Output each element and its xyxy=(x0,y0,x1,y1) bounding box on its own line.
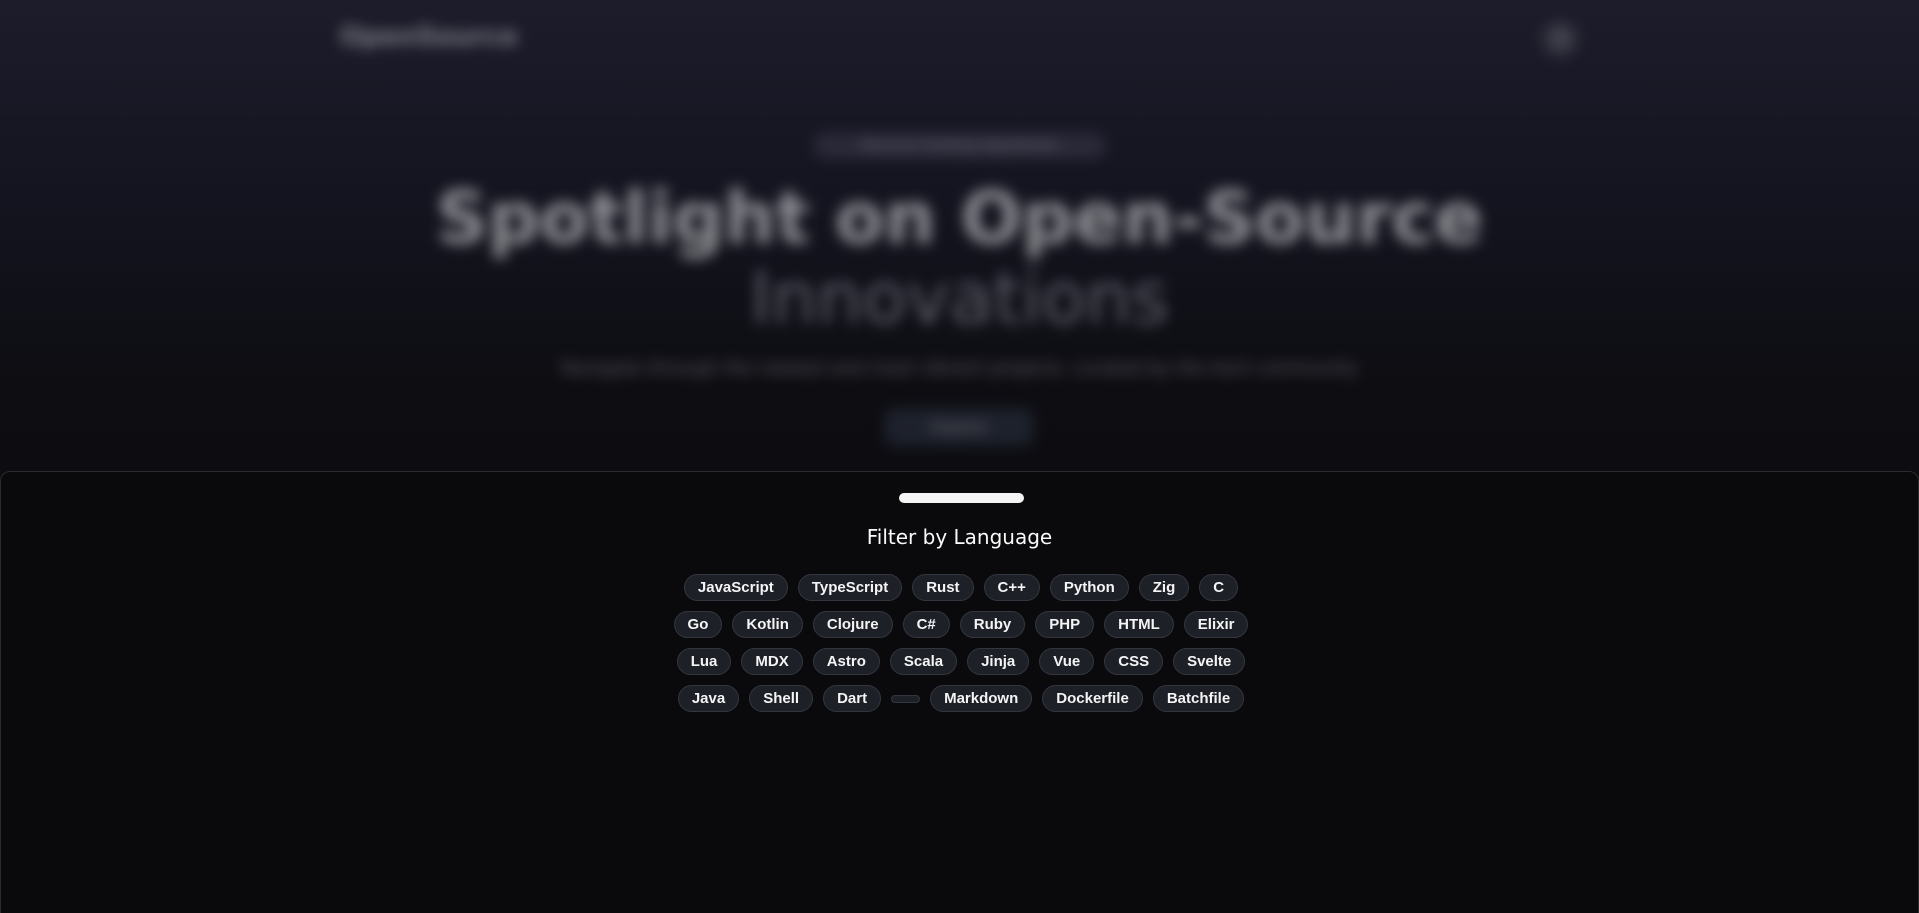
language-chip-csharp[interactable]: C# xyxy=(902,611,950,638)
language-chip-markdown[interactable]: Markdown xyxy=(930,685,1033,712)
language-chip-jinja[interactable]: Jinja xyxy=(967,648,1030,675)
language-chip-python[interactable]: Python xyxy=(1049,574,1129,601)
language-chip-zig[interactable]: Zig xyxy=(1138,574,1190,601)
language-chip-dockerfile[interactable]: Dockerfile xyxy=(1042,685,1143,712)
hero-title-line-1: Spotlight on Open-Source xyxy=(435,176,1484,260)
language-chip-css[interactable]: CSS xyxy=(1104,648,1164,675)
hero-cta-button: Explore xyxy=(884,408,1034,446)
search-icon xyxy=(1541,20,1579,58)
chip-row: Java Shell Dart Markdown Dockerfile Batc… xyxy=(677,685,1245,712)
language-chip-java[interactable]: Java xyxy=(677,685,740,712)
language-chip-clojure[interactable]: Clojure xyxy=(812,611,893,638)
language-chip-scala[interactable]: Scala xyxy=(889,648,958,675)
language-chip-rust[interactable]: Rust xyxy=(912,574,974,601)
language-chip-php[interactable]: PHP xyxy=(1035,611,1095,638)
chip-row: Go Kotlin Clojure C# Ruby PHP HTML Elixi… xyxy=(673,611,1249,638)
language-chip-list: JavaScript TypeScript Rust C++ Python Zi… xyxy=(641,574,1281,712)
language-chip-cpp[interactable]: C++ xyxy=(983,574,1040,601)
language-chip-javascript[interactable]: JavaScript xyxy=(683,574,788,601)
hero-subtitle: Navigate through the newest and most vib… xyxy=(561,358,1358,379)
language-chip-elixir[interactable]: Elixir xyxy=(1183,611,1249,638)
language-chip-batchfile[interactable]: Batchfile xyxy=(1152,685,1245,712)
language-chip-mdx[interactable]: MDX xyxy=(741,648,803,675)
hero-title-line-2: Innovations xyxy=(750,256,1169,340)
hero-badge: Discover trending repositories xyxy=(813,133,1106,159)
language-chip-shell[interactable]: Shell xyxy=(749,685,814,712)
drawer-handle[interactable] xyxy=(899,493,1024,503)
language-chip-kotlin[interactable]: Kotlin xyxy=(732,611,803,638)
page: OpenSource Discover trending repositorie… xyxy=(0,0,1919,913)
language-chip-dart[interactable]: Dart xyxy=(823,685,882,712)
language-chip-empty[interactable] xyxy=(891,694,921,703)
language-chip-lua[interactable]: Lua xyxy=(676,648,732,675)
language-chip-c[interactable]: C xyxy=(1199,574,1239,601)
language-chip-typescript[interactable]: TypeScript xyxy=(797,574,903,601)
language-filter-drawer: Filter by Language JavaScript TypeScript… xyxy=(0,471,1919,913)
language-chip-html[interactable]: HTML xyxy=(1104,611,1174,638)
language-chip-vue[interactable]: Vue xyxy=(1039,648,1095,675)
language-chip-astro[interactable]: Astro xyxy=(812,648,880,675)
hero-title: Spotlight on Open-Source Innovations xyxy=(0,178,1919,338)
language-chip-go[interactable]: Go xyxy=(673,611,723,638)
chip-row: Lua MDX Astro Scala Jinja Vue CSS Svelte xyxy=(676,648,1246,675)
brand-logo: OpenSource xyxy=(340,22,518,52)
language-chip-svelte[interactable]: Svelte xyxy=(1173,648,1246,675)
chip-row: JavaScript TypeScript Rust C++ Python Zi… xyxy=(683,574,1239,601)
drawer-title: Filter by Language xyxy=(866,525,1053,549)
language-chip-ruby[interactable]: Ruby xyxy=(959,611,1026,638)
